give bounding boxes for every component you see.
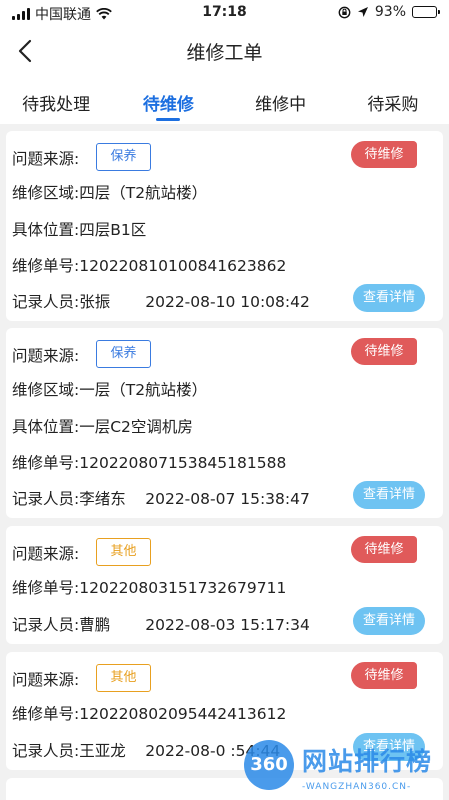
area-value: 一层（T2航站楼） [79,381,208,399]
record-time: 2022-08-0 :54:44 [145,742,281,760]
recorder-name: 李绪东 [79,490,126,508]
source-tag: 其他 [96,664,151,692]
order-no-row: 维修单号:120220810100841623862 [12,254,286,276]
recorder-label: 记录人员: [12,490,80,508]
work-order-card[interactable] [6,778,443,800]
status-badge: 待维修 [351,141,417,168]
location-label: 具体位置: [12,418,80,436]
tab-pending-me[interactable]: 待我处理 [0,76,112,124]
order-no-label: 维修单号: [12,454,80,472]
area-label: 维修区域: [12,381,80,399]
recorder-name: 曹鹏 [79,616,111,634]
recorder-label: 记录人员: [12,742,80,760]
status-badge: 待维修 [351,536,417,563]
source-tag: 其他 [96,538,151,566]
record-time: 2022-08-03 15:17:34 [145,616,310,634]
recorder-label: 记录人员: [12,616,80,634]
location-value: 四层B1区 [79,221,147,239]
tab-pending-purchase[interactable]: 待采购 [337,76,449,124]
tab-in-repair[interactable]: 维修中 [225,76,337,124]
location-value: 一层C2空调机房 [79,418,193,436]
source-label: 问题来源: [12,150,80,168]
tab-bar: 待我处理 待维修 维修中 待采购 [0,76,449,124]
recorder-label: 记录人员: [12,293,80,311]
order-no-value: 120220803151732679711 [79,579,287,597]
view-detail-button[interactable]: 查看详情 [353,733,425,761]
recorder-row: 记录人员:曹鹏 2022-08-03 15:17:34 [12,613,310,635]
area-value: 四层（T2航站楼） [79,184,208,202]
recorder-name: 王亚龙 [79,742,126,760]
source-label: 问题来源: [12,671,80,689]
order-no-label: 维修单号: [12,705,80,723]
view-detail-button[interactable]: 查看详情 [353,481,425,509]
status-badge: 待维修 [351,338,417,365]
work-order-card[interactable]: 问题来源: 其他 待维修 维修单号:120220802095442413612 … [6,652,443,770]
order-no-row: 维修单号:120220807153845181588 [12,451,286,473]
location-row: 具体位置:一层C2空调机房 [12,415,193,437]
page-title: 维修工单 [186,42,263,64]
location-label: 具体位置: [12,221,80,239]
work-order-card[interactable]: 问题来源: 保养 待维修 维修区域:四层（T2航站楼） 具体位置:四层B1区 维… [6,131,443,321]
order-no-row: 维修单号:120220803151732679711 [12,576,286,598]
tab-pending-repair[interactable]: 待维修 [112,76,224,124]
record-time: 2022-08-10 10:08:42 [145,293,310,311]
rotation-lock-icon [338,6,351,18]
view-detail-button[interactable]: 查看详情 [353,607,425,635]
work-order-list: 问题来源: 保养 待维修 维修区域:四层（T2航站楼） 具体位置:四层B1区 维… [0,124,449,800]
record-time: 2022-08-07 15:38:47 [145,490,310,508]
work-order-card[interactable]: 问题来源: 其他 待维修 维修单号:120220803151732679711 … [6,526,443,644]
work-order-card[interactable]: 问题来源: 保养 待维修 维修区域:一层（T2航站楼） 具体位置:一层C2空调机… [6,328,443,518]
battery-icon [412,6,440,18]
back-arrow-icon[interactable] [14,38,38,64]
recorder-name: 张振 [79,293,111,311]
location-row: 具体位置:四层B1区 [12,218,146,240]
nav-bar: 维修工单 [0,26,449,76]
area-row: 维修区域:一层（T2航站楼） [12,378,207,400]
source-label: 问题来源: [12,545,80,563]
recorder-row: 记录人员:王亚龙 2022-08-0 :54:44 [12,739,280,761]
source-tag: 保养 [96,143,151,171]
source-label: 问题来源: [12,347,80,365]
status-badge: 待维修 [351,662,417,689]
order-no-value: 120220802095442413612 [79,705,287,723]
order-no-label: 维修单号: [12,257,80,275]
recorder-row: 记录人员:张振 2022-08-10 10:08:42 [12,290,310,312]
battery-percent: 93% [374,4,406,20]
source-tag: 保养 [96,340,151,368]
order-no-row: 维修单号:120220802095442413612 [12,702,286,724]
area-label: 维修区域: [12,184,80,202]
order-no-value: 120220807153845181588 [79,454,287,472]
recorder-row: 记录人员:李绪东 2022-08-07 15:38:47 [12,487,310,509]
status-bar: 中国联通 17:18 93% [0,0,449,26]
location-arrow-icon [357,7,368,17]
view-detail-button[interactable]: 查看详情 [353,284,425,312]
area-row: 维修区域:四层（T2航站楼） [12,181,207,203]
status-right-group: 93% [338,4,440,20]
order-no-value: 120220810100841623862 [79,257,287,275]
order-no-label: 维修单号: [12,579,80,597]
